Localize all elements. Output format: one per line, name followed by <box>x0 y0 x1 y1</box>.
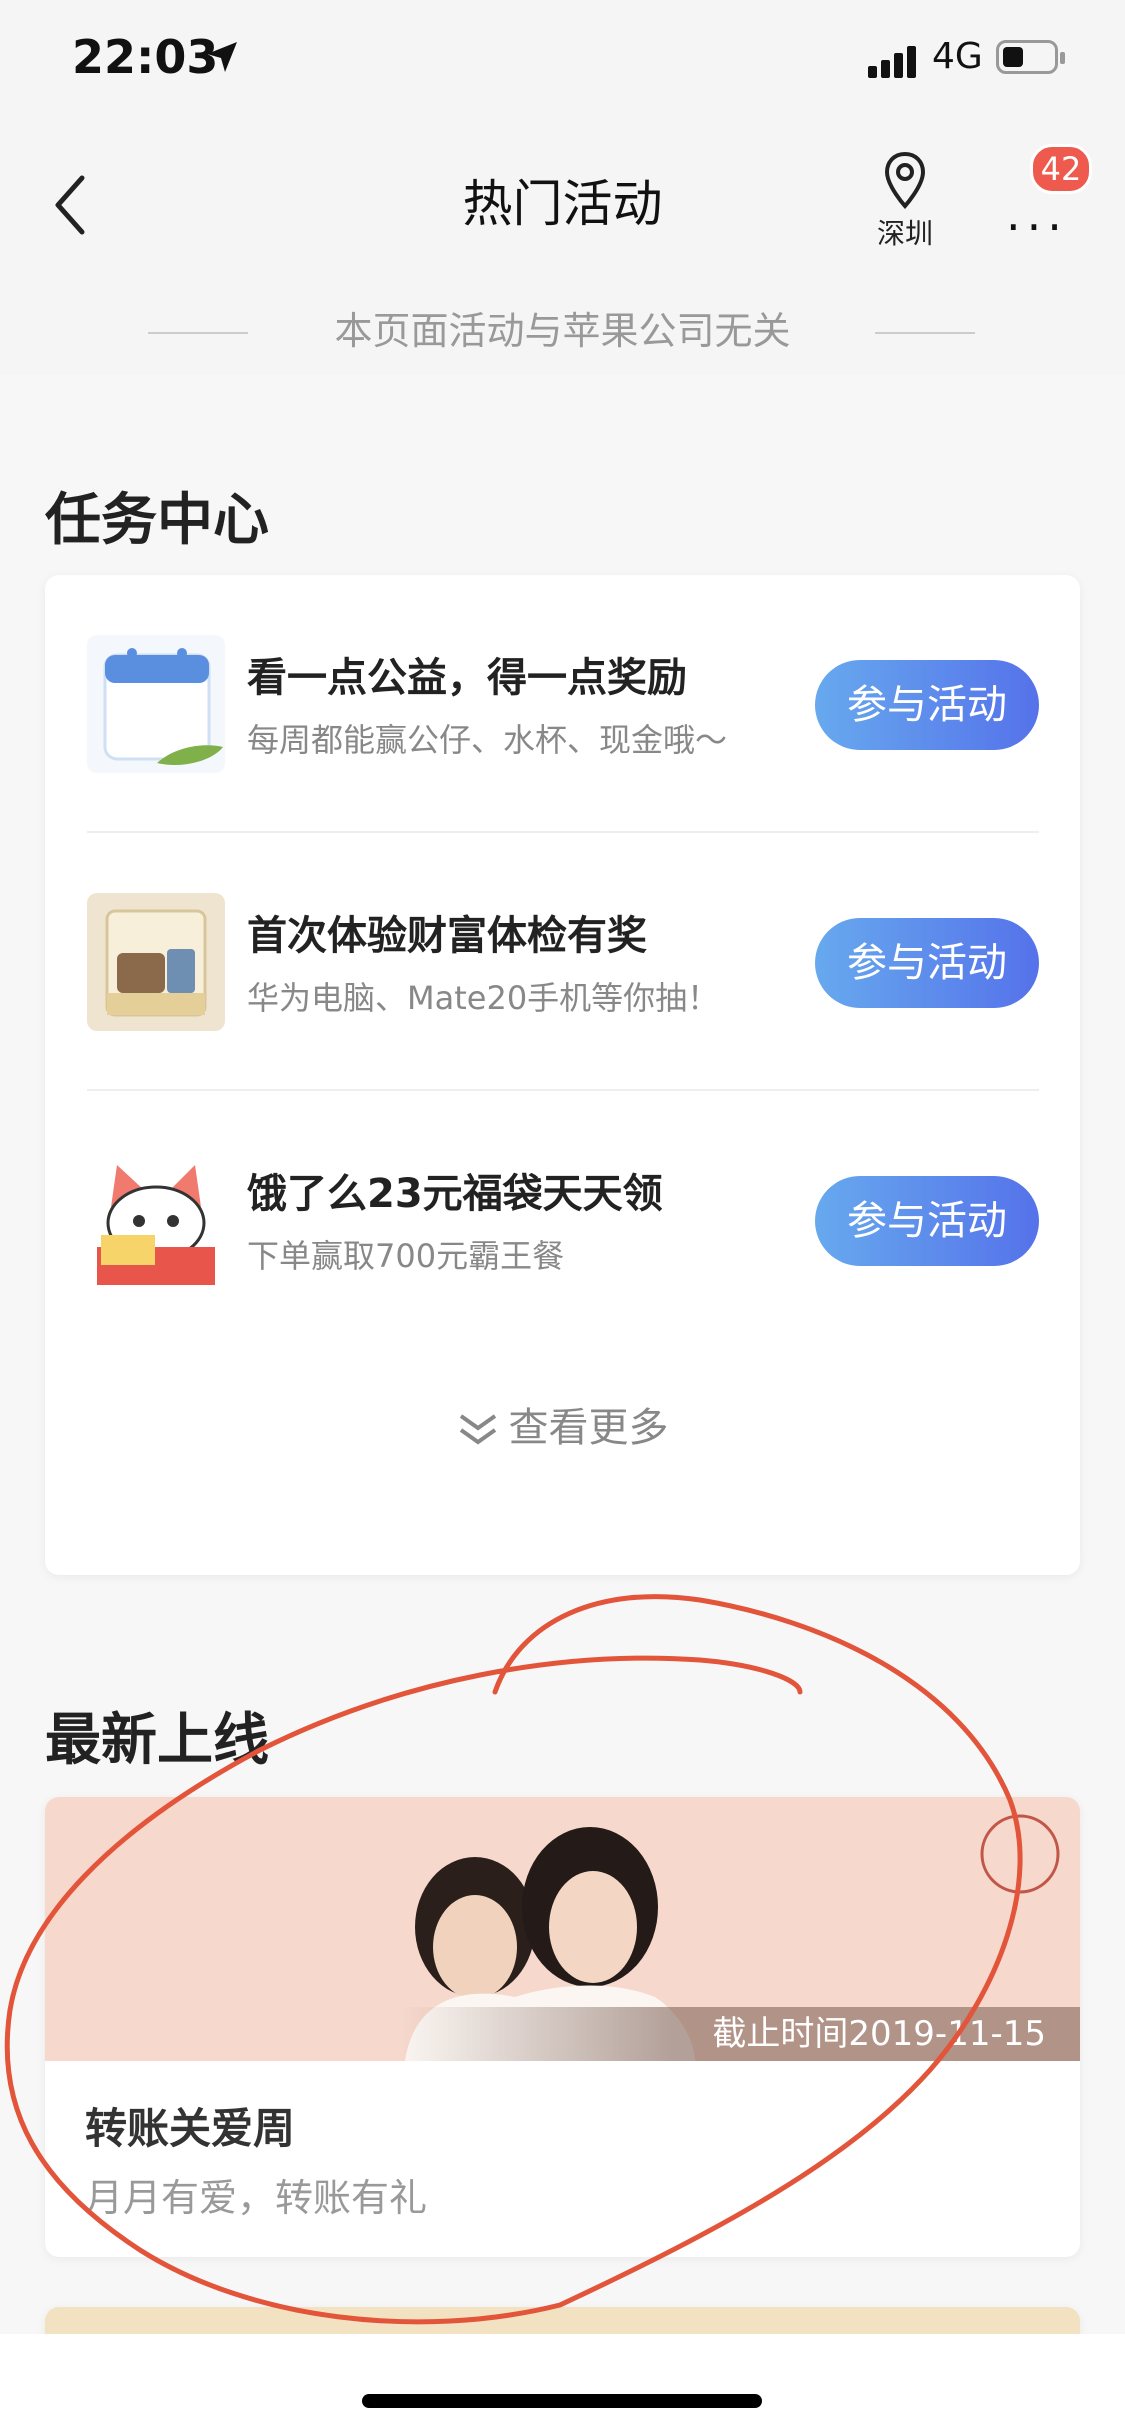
more-button[interactable]: ··· <box>1006 200 1068 254</box>
chevron-double-down-icon <box>459 1414 496 1445</box>
task-item[interactable]: 首次体验财富体检有奖 华为电脑、Mate20手机等你抽！ 参与活动 <box>45 833 1080 1089</box>
promo-deadline: 截止时间2019-11-15 <box>400 2007 1080 2061</box>
view-more-label: 查看更多 <box>508 1405 669 1451</box>
view-more-link[interactable]: 查看更多 <box>45 1395 1080 1453</box>
task-title: 饿了么23元福袋天天领 <box>247 1171 663 1217</box>
signal-icon <box>868 44 918 78</box>
task-title: 首次体验财富体检有奖 <box>247 913 647 959</box>
transfer-week-seal-icon <box>980 1814 1060 1894</box>
task-center-card: 看一点公益，得一点奖励 每周都能赢公仔、水杯、现金哦～ 参与活动 首次体验财富体… <box>45 575 1080 1575</box>
home-indicator <box>362 2394 762 2408</box>
task-subtitle: 华为电脑、Mate20手机等你抽！ <box>247 979 720 1017</box>
join-activity-button[interactable]: 参与活动 <box>815 1176 1039 1266</box>
location-pin-icon[interactable] <box>870 150 940 210</box>
task-subtitle: 下单赢取700元霸王餐 <box>247 1237 565 1275</box>
location-arrow-icon <box>207 42 237 72</box>
promo-subtitle: 月月有爱，转账有礼 <box>85 2176 428 2220</box>
disclaimer-notice: 本页面活动与苹果公司无关 <box>0 300 1125 355</box>
promo-banner: 截止时间2019-11-15 <box>45 1797 1080 2061</box>
promo-title: 转账关爱周 <box>85 2104 296 2153</box>
disclaimer-text: 本页面活动与苹果公司无关 <box>334 309 791 353</box>
join-activity-button[interactable]: 参与活动 <box>815 918 1039 1008</box>
status-bar: 22:03 4G <box>0 0 1125 120</box>
battery-icon <box>996 40 1065 74</box>
promo-card[interactable]: 截止时间2019-11-15 转账关爱周 月月有爱，转账有礼 <box>45 1797 1080 2257</box>
notification-badge: 42 <box>1030 144 1092 194</box>
calendar-icon <box>87 635 225 773</box>
nav-bar: 热门活动 深圳 ··· 42 <box>0 120 1125 280</box>
task-center-title: 任务中心 <box>45 488 269 553</box>
task-title: 看一点公益，得一点奖励 <box>247 655 687 701</box>
task-subtitle: 每周都能赢公仔、水杯、现金哦～ <box>247 721 728 759</box>
task-item[interactable]: 看一点公益，得一点奖励 每周都能赢公仔、水杯、现金哦～ 参与活动 <box>45 575 1080 831</box>
join-activity-button[interactable]: 参与活动 <box>815 660 1039 750</box>
bottom-safe-area <box>0 2334 1125 2436</box>
task-item[interactable]: 饿了么23元福袋天天领 下单赢取700元霸王餐 参与活动 <box>45 1091 1080 1347</box>
main-content: 任务中心 看一点公益，得一点奖励 每周都能赢公仔、水杯、现金哦～ 参与活动 首次… <box>0 375 1125 2436</box>
status-time: 22:03 <box>72 30 219 84</box>
location-label[interactable]: 深圳 <box>870 212 940 252</box>
page-title: 热门活动 <box>462 175 663 233</box>
newest-title: 最新上线 <box>45 1708 269 1773</box>
gift-box-icon <box>87 893 225 1031</box>
cat-mascot-icon <box>87 1151 225 1289</box>
network-label: 4G <box>932 36 983 77</box>
